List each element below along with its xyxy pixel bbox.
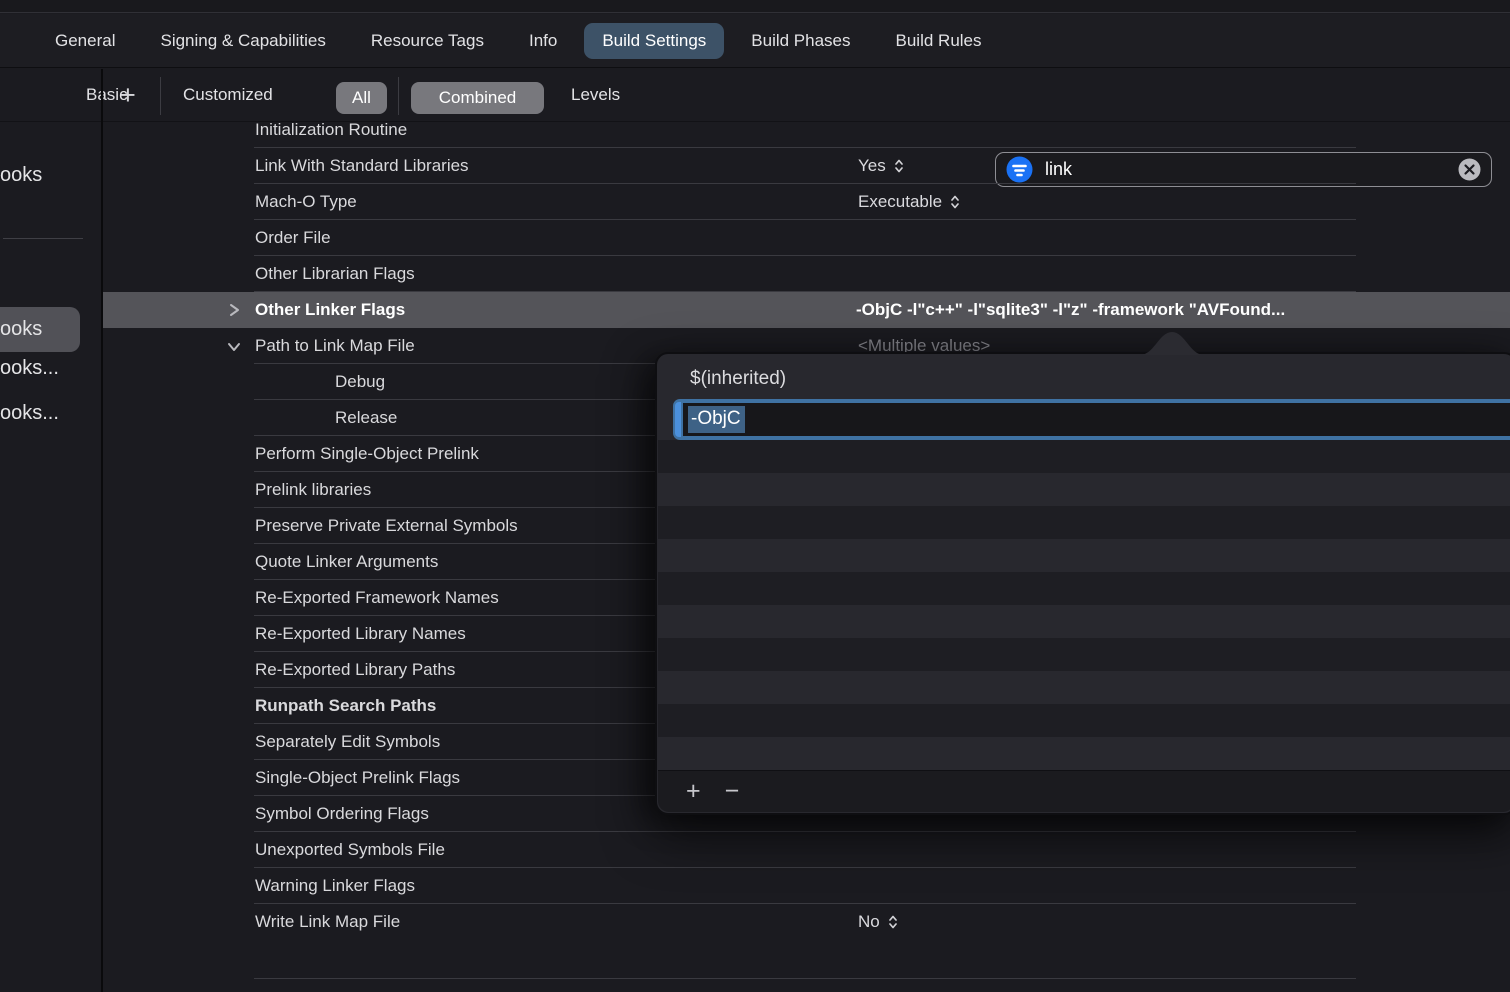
setting-row-initialization-routine[interactable]: Initialization Routine [103, 122, 1510, 148]
setting-label: Initialization Routine [255, 122, 408, 139]
setting-label: Write Link Map File [255, 912, 401, 931]
disclosure-down-icon[interactable] [227, 328, 241, 364]
setting-row-other-linker-flags[interactable]: Other Linker Flags -ObjC -l"c++" -l"sqlit… [103, 292, 1510, 328]
scope-levels[interactable]: Levels [571, 69, 620, 121]
popover-arrow [1140, 332, 1204, 355]
value-edit-field[interactable]: -ObjC [683, 403, 1510, 436]
setting-row-write-link-map-file[interactable]: Write Link Map File No [103, 904, 1510, 940]
setting-row-warning-linker-flags[interactable]: Warning Linker Flags [103, 868, 1510, 904]
window-top-strip [0, 0, 1510, 13]
sidebar-divider [101, 69, 103, 992]
setting-row-link-with-standard-libraries[interactable]: Link With Standard Libraries Yes [103, 148, 1510, 184]
setting-label: Order File [255, 228, 331, 247]
tab-build-phases[interactable]: Build Phases [751, 31, 850, 51]
setting-label: Link With Standard Libraries [255, 156, 469, 175]
tab-build-rules[interactable]: Build Rules [896, 31, 982, 51]
setting-label: Re-Exported Library Names [255, 624, 466, 643]
setting-value[interactable]: No [858, 904, 1482, 940]
setting-label: Debug [335, 372, 386, 391]
setting-row-other-librarian-flags[interactable]: Other Librarian Flags [103, 256, 1510, 292]
setting-label: Preserve Private External Symbols [255, 516, 518, 535]
setting-label: Quote Linker Arguments [255, 552, 439, 571]
setting-row-unexported-symbols-file[interactable]: Unexported Symbols File [103, 832, 1510, 868]
scope-customized[interactable]: Customized [183, 69, 273, 121]
targets-sidebar: ooks ooks ooks... ooks... [0, 122, 101, 992]
setting-value-text: -ObjC -l"c++" -l"sqlite3" -l"z" -framewo… [856, 300, 1286, 319]
popover-toolbar: + − [658, 770, 1510, 812]
toolbar-separator [160, 77, 161, 115]
disclosure-right-icon[interactable] [229, 292, 240, 328]
build-settings-toolbar: + Basic Customized All Combined Levels link [0, 69, 1510, 187]
value-stepper-icon[interactable] [888, 914, 898, 930]
tab-signing-capabilities[interactable]: Signing & Capabilities [160, 31, 325, 51]
setting-label: Single-Object Prelink Flags [255, 768, 461, 787]
editing-row-accent [675, 402, 681, 437]
setting-value-text: Yes [858, 156, 886, 175]
value-stepper-icon[interactable] [894, 158, 904, 174]
value-stepper-icon[interactable] [950, 194, 960, 210]
setting-label: Separately Edit Symbols [255, 732, 441, 751]
tab-build-settings[interactable]: Build Settings [584, 22, 725, 59]
value-editor-popover: $(inherited) -ObjC + − [655, 332, 1510, 815]
tab-general[interactable]: General [55, 31, 115, 51]
setting-value[interactable]: Executable [858, 184, 1482, 220]
setting-value[interactable]: -ObjC -l"c++" -l"sqlite3" -l"z" -framewo… [856, 292, 1482, 328]
popover-row-editing[interactable]: -ObjC [673, 399, 1510, 440]
setting-row-mach-o-type[interactable]: Mach-O Type Executable [103, 184, 1510, 220]
sidebar-item[interactable]: ooks [0, 160, 42, 190]
setting-value-text: Executable [858, 192, 943, 211]
sidebar-item-selected[interactable]: ooks [0, 307, 80, 352]
inherited-value-label: $(inherited) [690, 368, 787, 389]
sidebar-item[interactable]: ooks... [0, 398, 59, 428]
setting-label: Warning Linker Flags [255, 876, 415, 895]
scope-basic[interactable]: Basic [86, 69, 128, 121]
selected-text: -ObjC [688, 406, 745, 433]
setting-row-order-file[interactable]: Order File [103, 220, 1510, 256]
setting-label: Release [335, 408, 398, 427]
setting-value-text: No [858, 912, 880, 931]
sidebar-item[interactable]: ooks... [0, 353, 59, 383]
add-value-button[interactable]: + [686, 779, 701, 804]
table-end-divider [254, 978, 1356, 979]
setting-label: Prelink libraries [255, 480, 372, 499]
sidebar-section-divider [3, 238, 83, 239]
setting-value[interactable]: Yes [858, 148, 1482, 184]
tab-info[interactable]: Info [529, 31, 557, 51]
popover-empty-rows [658, 440, 1510, 770]
tab-resource-tags[interactable]: Resource Tags [371, 31, 484, 51]
xcode-build-settings-window: General Signing & Capabilities Resource Ta… [0, 0, 1510, 992]
setting-label: Re-Exported Framework Names [255, 588, 499, 607]
scope-all[interactable]: All [336, 82, 387, 114]
project-editor-tab-bar: General Signing & Capabilities Resource Ta… [0, 14, 1510, 68]
setting-label: Mach-O Type [255, 192, 357, 211]
scope-combined[interactable]: Combined [411, 82, 544, 114]
remove-value-button[interactable]: − [725, 779, 740, 804]
toolbar-separator [398, 77, 399, 115]
setting-label: Symbol Ordering Flags [255, 804, 429, 823]
popover-row-inherited[interactable]: $(inherited) [675, 359, 1510, 399]
setting-label: Other Librarian Flags [255, 264, 415, 283]
setting-label: Re-Exported Library Paths [255, 660, 456, 679]
setting-label: Path to Link Map File [255, 336, 415, 355]
setting-label: Unexported Symbols File [255, 840, 445, 859]
setting-label: Runpath Search Paths [255, 696, 437, 715]
setting-label: Other Linker Flags [255, 300, 406, 319]
setting-label: Perform Single-Object Prelink [255, 444, 479, 463]
